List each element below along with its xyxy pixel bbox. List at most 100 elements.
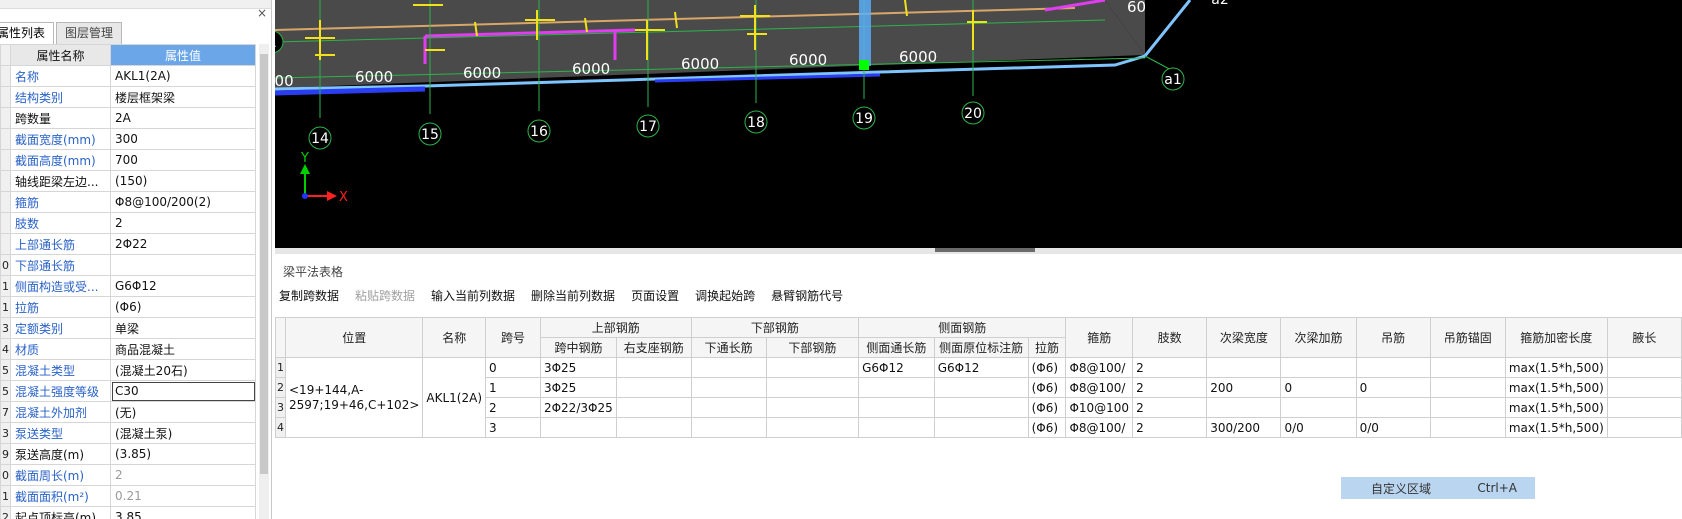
- cell-sec-add[interactable]: 0: [1280, 377, 1357, 398]
- property-value[interactable]: (3.85): [110, 443, 256, 465]
- col-side-orig[interactable]: 侧面原位标注筋: [933, 337, 1029, 358]
- property-row[interactable]: 7 混凝土外加剂 (无): [0, 401, 256, 423]
- cell-stirrup[interactable]: Φ8@100/: [1065, 417, 1134, 438]
- cell-hanger-anchor[interactable]: [1429, 377, 1506, 398]
- property-value[interactable]: 0.21: [110, 485, 256, 507]
- property-row[interactable]: 0 截面周长(m) 2: [0, 464, 256, 486]
- property-row[interactable]: 1 截面面积(m²) 0.21: [0, 485, 256, 507]
- cell-side-through[interactable]: [858, 417, 935, 438]
- custom-region-menu-item[interactable]: 自定义区域 Ctrl+A: [1341, 477, 1535, 499]
- cell-tie[interactable]: (Φ6): [1027, 397, 1067, 418]
- copy-span-button[interactable]: 复制跨数据: [279, 287, 339, 304]
- col-bottom-through[interactable]: 下通长筋: [690, 337, 767, 358]
- beam-name-cell[interactable]: AKL1(2A): [422, 357, 486, 438]
- property-value[interactable]: Φ8@100/200(2): [110, 191, 256, 213]
- cell-top-right[interactable]: [615, 377, 692, 398]
- property-scrollbar[interactable]: [259, 44, 269, 519]
- property-value[interactable]: 商品混凝土: [110, 338, 256, 360]
- cell-span[interactable]: 1: [485, 377, 541, 398]
- col-top-mid[interactable]: 跨中钢筋: [539, 337, 617, 358]
- property-row[interactable]: 3 泵送类型 (混凝土泵): [0, 422, 256, 444]
- property-row[interactable]: 1 拉筋 (Φ6): [0, 296, 256, 318]
- swap-start-span-button[interactable]: 调换起始跨: [695, 287, 755, 304]
- cell-hanger[interactable]: [1355, 357, 1431, 378]
- col-hanger-anchor[interactable]: 吊筋锚固: [1429, 317, 1506, 358]
- property-value[interactable]: [110, 254, 256, 276]
- cell-dense-len[interactable]: max(1.5*h,500): [1504, 417, 1608, 438]
- cell-bot-through[interactable]: [690, 397, 767, 418]
- cell-side-orig[interactable]: [933, 377, 1029, 398]
- col-span[interactable]: 跨号: [485, 317, 541, 358]
- cell-side-through[interactable]: G6Φ12: [858, 357, 935, 378]
- scrollbar-thumb[interactable]: [260, 54, 268, 474]
- cell-sec-width[interactable]: 300/200: [1206, 417, 1282, 438]
- property-row[interactable]: 上部通长筋 2Φ22: [0, 233, 256, 255]
- col-tie[interactable]: 拉筋: [1027, 337, 1067, 358]
- cell-span[interactable]: 2: [485, 397, 541, 418]
- property-row[interactable]: 1 侧面构造或受... G6Φ12: [0, 275, 256, 297]
- input-column-button[interactable]: 输入当前列数据: [431, 287, 515, 304]
- tab-layer-manage[interactable]: 图层管理: [56, 22, 123, 44]
- cell-bot-through[interactable]: [690, 417, 767, 438]
- cell-haunch[interactable]: [1606, 397, 1682, 418]
- cell-hanger-anchor[interactable]: [1429, 397, 1506, 418]
- property-value[interactable]: 3.85: [110, 506, 256, 519]
- cell-span[interactable]: 0: [485, 357, 541, 378]
- cell-bot-rebar[interactable]: [765, 377, 860, 398]
- property-value[interactable]: (混凝土泵): [110, 422, 256, 444]
- cell-tie[interactable]: (Φ6): [1027, 377, 1067, 398]
- splitter-grip[interactable]: [935, 248, 1035, 252]
- col-secondary-width[interactable]: 次梁宽度: [1206, 317, 1282, 358]
- cell-bot-rebar[interactable]: [765, 397, 860, 418]
- delete-column-button[interactable]: 删除当前列数据: [531, 287, 615, 304]
- col-name[interactable]: 名称: [422, 317, 486, 358]
- cell-top-mid[interactable]: 3Φ25: [539, 377, 617, 398]
- cell-legs[interactable]: 2: [1132, 357, 1208, 378]
- property-value[interactable]: AKL1(2A): [110, 65, 256, 87]
- cell-legs[interactable]: 2: [1132, 377, 1208, 398]
- cell-top-right[interactable]: [615, 397, 692, 418]
- property-row[interactable]: 截面高度(mm) 700: [0, 149, 256, 171]
- cell-hanger-anchor[interactable]: [1429, 417, 1506, 438]
- page-setup-button[interactable]: 页面设置: [631, 287, 679, 304]
- cell-dense-len[interactable]: max(1.5*h,500): [1504, 397, 1608, 418]
- position-cell[interactable]: <19+144,A-2597;19+46,C+102>: [284, 357, 424, 438]
- col-side-through[interactable]: 侧面通长筋: [858, 337, 935, 358]
- property-row[interactable]: 0 下部通长筋: [0, 254, 256, 276]
- cell-dense-len[interactable]: max(1.5*h,500): [1504, 357, 1608, 378]
- cell-side-through[interactable]: [858, 377, 935, 398]
- cantilever-code-button[interactable]: 悬臂钢筋代号: [771, 287, 843, 304]
- property-value[interactable]: 2: [110, 464, 256, 486]
- property-value[interactable]: 楼层框架梁: [110, 86, 256, 108]
- property-row[interactable]: 9 泵送高度(m) (3.85): [0, 443, 256, 465]
- cell-top-mid[interactable]: 2Φ22/3Φ25: [539, 397, 617, 418]
- property-value[interactable]: 700: [110, 149, 256, 171]
- cell-hanger[interactable]: 0: [1355, 377, 1431, 398]
- cell-span[interactable]: 3: [485, 417, 541, 438]
- cell-hanger-anchor[interactable]: [1429, 357, 1506, 378]
- cell-bot-rebar[interactable]: [765, 417, 860, 438]
- cell-top-mid[interactable]: 3Φ25: [539, 357, 617, 378]
- property-row[interactable]: 肢数 2: [0, 212, 256, 234]
- cell-tie[interactable]: (Φ6): [1027, 417, 1067, 438]
- col-top-right[interactable]: 右支座钢筋: [615, 337, 692, 358]
- property-value[interactable]: 300: [110, 128, 256, 150]
- property-value[interactable]: (Φ6): [110, 296, 256, 318]
- cell-side-orig[interactable]: [933, 417, 1029, 438]
- cell-haunch[interactable]: [1606, 377, 1682, 398]
- cell-tie[interactable]: (Φ6): [1027, 357, 1067, 378]
- property-value[interactable]: (无): [110, 401, 256, 423]
- col-legs[interactable]: 肢数: [1132, 317, 1208, 358]
- cell-stirrup[interactable]: Φ8@100/: [1065, 357, 1134, 378]
- cell-side-orig[interactable]: [933, 397, 1029, 418]
- property-row[interactable]: 5 混凝土类型 (混凝土20石): [0, 359, 256, 381]
- tab-property-list[interactable]: 属性列表: [0, 22, 55, 44]
- col-secondary-add[interactable]: 次梁加筋: [1280, 317, 1357, 358]
- paste-span-button[interactable]: 粘贴跨数据: [355, 287, 415, 304]
- cell-legs[interactable]: 2: [1132, 397, 1208, 418]
- property-row[interactable]: 轴线距梁左边... (150): [0, 170, 256, 192]
- cell-top-right[interactable]: [615, 417, 692, 438]
- property-row[interactable]: 结构类别 楼层框架梁: [0, 86, 256, 108]
- cell-top-mid[interactable]: [539, 417, 617, 438]
- cell-side-orig[interactable]: G6Φ12: [933, 357, 1029, 378]
